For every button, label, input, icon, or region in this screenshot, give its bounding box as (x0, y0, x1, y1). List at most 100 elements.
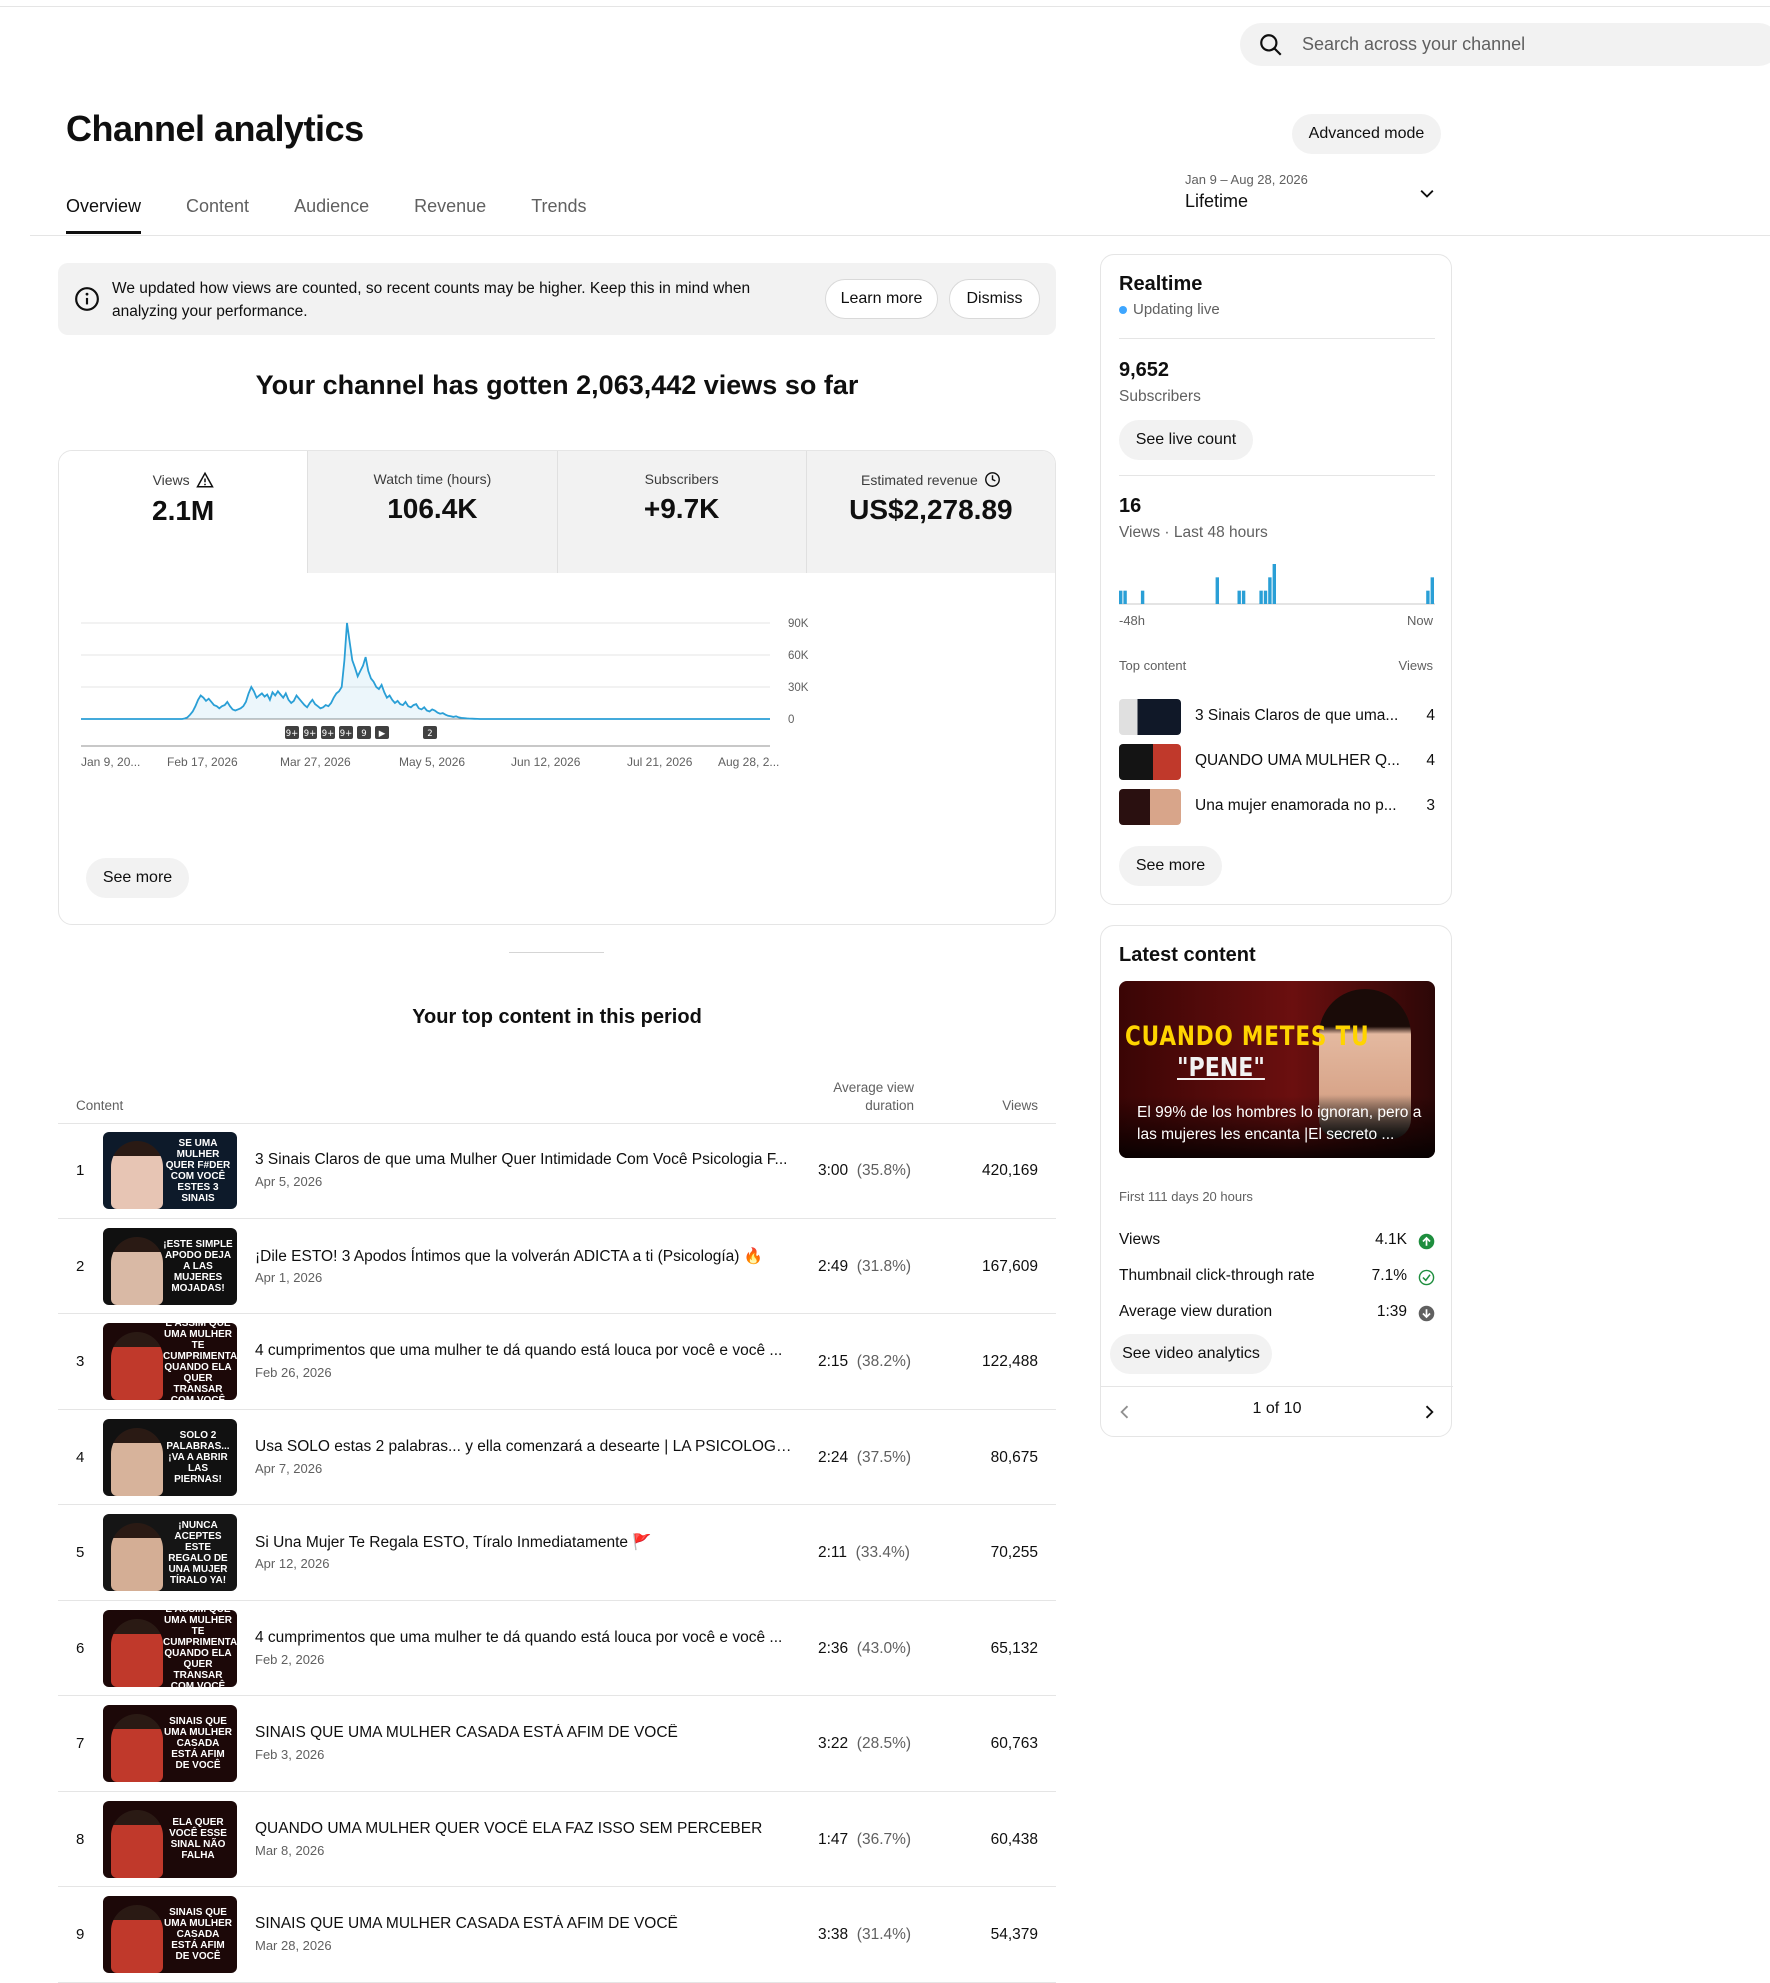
stat-ctr: Thumbnail click-through rate 7.1% (1119, 1267, 1435, 1289)
realtime-bar (1119, 590, 1123, 604)
latest-video-thumbnail[interactable]: CUANDO METES TU "PENE" El 99% de los hom… (1119, 981, 1435, 1158)
date-range-picker[interactable]: Jan 9 – Aug 28, 2026 Lifetime (1185, 172, 1445, 216)
row-rank: 8 (76, 1830, 85, 1848)
metric-watch-time[interactable]: Watch time (hours) 106.4K (307, 451, 557, 573)
subscriber-count: 9,652 (1119, 359, 1170, 381)
table-row[interactable]: 7 SINAIS QUE UMA MULHER CASADA ESTÁ AFIM … (58, 1696, 1056, 1792)
tab-revenue[interactable]: Revenue (414, 196, 486, 234)
realtime-item[interactable]: 3 Sinais Claros de que uma... 4 (1119, 699, 1435, 735)
avg-view-duration: 2:36 (43.0%) (818, 1640, 911, 1658)
table-row[interactable]: 3 É ASSIM QUE UMA MULHER TE CUMPRIMENTA Q… (58, 1314, 1056, 1410)
row-rank: 7 (76, 1735, 85, 1752)
x-tick-label: Jun 12, 2026 (511, 755, 581, 769)
video-thumbnail (1119, 789, 1181, 825)
realtime-item-views: 4 (1426, 707, 1435, 724)
chart-marker[interactable]: 9+ (303, 726, 317, 739)
chart-marker[interactable]: 9 (357, 726, 371, 739)
pager-text: 1 of 10 (1252, 1400, 1302, 1417)
thumbnail-text: É ASSIM QUE UMA MULHER TE CUMPRIMENTA QU… (163, 1323, 237, 1400)
video-thumbnail[interactable]: É ASSIM QUE UMA MULHER TE CUMPRIMENTA QU… (103, 1323, 237, 1400)
dismiss-button[interactable]: Dismiss (949, 279, 1040, 319)
advanced-mode-button[interactable]: Advanced mode (1292, 114, 1441, 154)
video-views: 420,169 (981, 1162, 1038, 1179)
divider (1119, 475, 1435, 476)
tab-overview[interactable]: Overview (66, 196, 142, 234)
info-icon (75, 287, 99, 311)
table-row[interactable]: 8 ELA QUER VOCÊ ESSE SINAL NÃO FALHA QUAND… (58, 1792, 1056, 1887)
metric-revenue[interactable]: Estimated revenue US$2,278.89 (805, 451, 1055, 573)
see-live-count-button[interactable]: See live count (1119, 420, 1253, 460)
video-thumbnail[interactable]: ¡ESTE SIMPLE APODO DEJA A LAS MUJERES MO… (103, 1227, 237, 1305)
video-title[interactable]: SINAIS QUE UMA MULHER CASADA ESTÁ AFIM D… (255, 1724, 795, 1742)
video-title[interactable]: 3 Sinais Claros de que uma Mulher Quer I… (255, 1151, 795, 1169)
video-date: Mar 28, 2026 (255, 1938, 332, 1953)
table-row[interactable]: 6 É ASSIM QUE UMA MULHER TE CUMPRIMENTA Q… (58, 1601, 1056, 1696)
x-tick-label: Mar 27, 2026 (280, 755, 351, 769)
svg-text:9: 9 (361, 729, 366, 739)
realtime-title: Realtime (1119, 273, 1203, 295)
learn-more-button[interactable]: Learn more (825, 279, 938, 319)
latest-video-caption: El 99% de los hombres lo ignoran, pero a… (1137, 1104, 1422, 1143)
warning-icon (195, 471, 214, 488)
table-row[interactable]: 1 SE UMA MULHER QUER F#DER COM VOCÊ ESTES… (58, 1123, 1056, 1219)
video-thumbnail[interactable]: Solo 2 PALABRAS... ¡VA A ABRIR LAS PIERN… (103, 1418, 237, 1496)
row-rank: 9 (76, 1926, 85, 1943)
chart-marker[interactable]: 9+ (285, 726, 299, 739)
duration-percent: (31.8%) (856, 1257, 912, 1275)
tab-audience[interactable]: Audience (294, 196, 369, 234)
duration-percent: (37.5%) (856, 1448, 912, 1466)
realtime-see-more-button[interactable]: See more (1119, 846, 1222, 886)
realtime-views-label: Views · Last 48 hours (1119, 524, 1268, 541)
video-title[interactable]: Si Una Mujer Te Regala ESTO, Tíralo Inme… (255, 1533, 795, 1552)
video-thumbnail[interactable]: ELA QUER VOCÊ ESSE SINAL NÃO FALHA (103, 1800, 237, 1878)
video-title[interactable]: QUANDO UMA MULHER QUER VOCÊ ELA FAZ ISSO… (255, 1820, 795, 1838)
video-thumbnail[interactable]: SINAIS QUE UMA MULHER CASADA ESTÁ AFIM D… (103, 1705, 237, 1782)
search-bar[interactable] (1240, 23, 1770, 66)
chart-marker[interactable]: 2 (423, 726, 437, 739)
svg-text:9+: 9+ (304, 729, 317, 739)
video-thumbnail[interactable]: SINAIS QUE UMA MULHER CASADA ESTÁ AFIM D… (103, 1896, 237, 1973)
video-title[interactable]: 4 cumprimentos que uma mulher te dá quan… (255, 1629, 795, 1647)
clock-icon (984, 472, 1000, 487)
thumbnail-face (111, 1427, 163, 1496)
row-rank: 1 (76, 1162, 85, 1179)
chevron-right-icon[interactable] (1419, 1402, 1439, 1422)
video-title[interactable]: SINAIS QUE UMA MULHER CASADA ESTÁ AFIM D… (255, 1915, 795, 1933)
video-date: Mar 8, 2026 (255, 1842, 325, 1858)
table-row[interactable]: 9 SINAIS QUE UMA MULHER CASADA ESTÁ AFIM … (58, 1887, 1056, 1983)
video-date: Apr 1, 2026 (255, 1269, 323, 1285)
video-title[interactable]: ¡Dile ESTO! 3 Apodos Íntimos que la volv… (255, 1247, 795, 1266)
video-date: Feb 2, 2026 (255, 1651, 325, 1667)
realtime-bar (1259, 590, 1263, 604)
video-title[interactable]: 4 cumprimentos que uma mulher te dá quan… (255, 1342, 795, 1360)
realtime-item-title: Una mujer enamorada no p... (1195, 797, 1397, 814)
metric-label: Watch time (hours) (373, 471, 492, 487)
metric-subscribers[interactable]: Subscribers +9.7K (556, 451, 806, 573)
realtime-item[interactable]: QUANDO UMA MULHER Q... 4 (1119, 744, 1435, 780)
chart-marker[interactable]: ▶ (375, 726, 389, 739)
video-thumbnail[interactable]: É ASSIM QUE UMA MULHER TE CUMPRIMENTA QU… (103, 1609, 237, 1687)
table-row[interactable]: 2 ¡ESTE SIMPLE APODO DEJA A LAS MUJERES M… (58, 1219, 1056, 1314)
y-tick-label: 90K (788, 618, 809, 630)
see-video-analytics-button[interactable]: See video analytics (1110, 1334, 1272, 1374)
realtime-item[interactable]: Una mujer enamorada no p... 3 (1119, 789, 1435, 825)
video-views: 167,609 (981, 1257, 1038, 1275)
video-thumbnail[interactable]: SE UMA MULHER QUER F#DER COM VOCÊ ESTES … (103, 1132, 237, 1209)
video-date: Feb 3, 2026 (255, 1747, 325, 1762)
top-border (0, 6, 1770, 7)
divider (1119, 338, 1435, 339)
video-views: 60,763 (990, 1735, 1038, 1752)
search-input[interactable] (1302, 34, 1722, 55)
chart-marker[interactable]: 9+ (321, 726, 335, 739)
see-more-button[interactable]: See more (86, 858, 189, 898)
video-title[interactable]: Usa SOLO estas 2 palabras... y ella come… (255, 1438, 795, 1456)
chart-marker[interactable]: 9+ (339, 726, 353, 739)
duration-percent: (28.5%) (856, 1735, 912, 1752)
metric-views[interactable]: Views 2.1M (59, 451, 308, 573)
tab-trends[interactable]: Trends (531, 196, 586, 234)
table-row[interactable]: 4 Solo 2 PALABRAS... ¡VA A ABRIR LAS PIER… (58, 1410, 1056, 1505)
table-row[interactable]: 5 ¡NUNCA ACEPTES ESTE REGALO DE UNA MUJER… (58, 1505, 1056, 1601)
avg-view-duration: 2:49 (31.8%) (818, 1258, 911, 1276)
tab-content[interactable]: Content (186, 196, 249, 234)
video-thumbnail[interactable]: ¡NUNCA ACEPTES ESTE REGALO DE UNA MUJER … (103, 1514, 237, 1591)
